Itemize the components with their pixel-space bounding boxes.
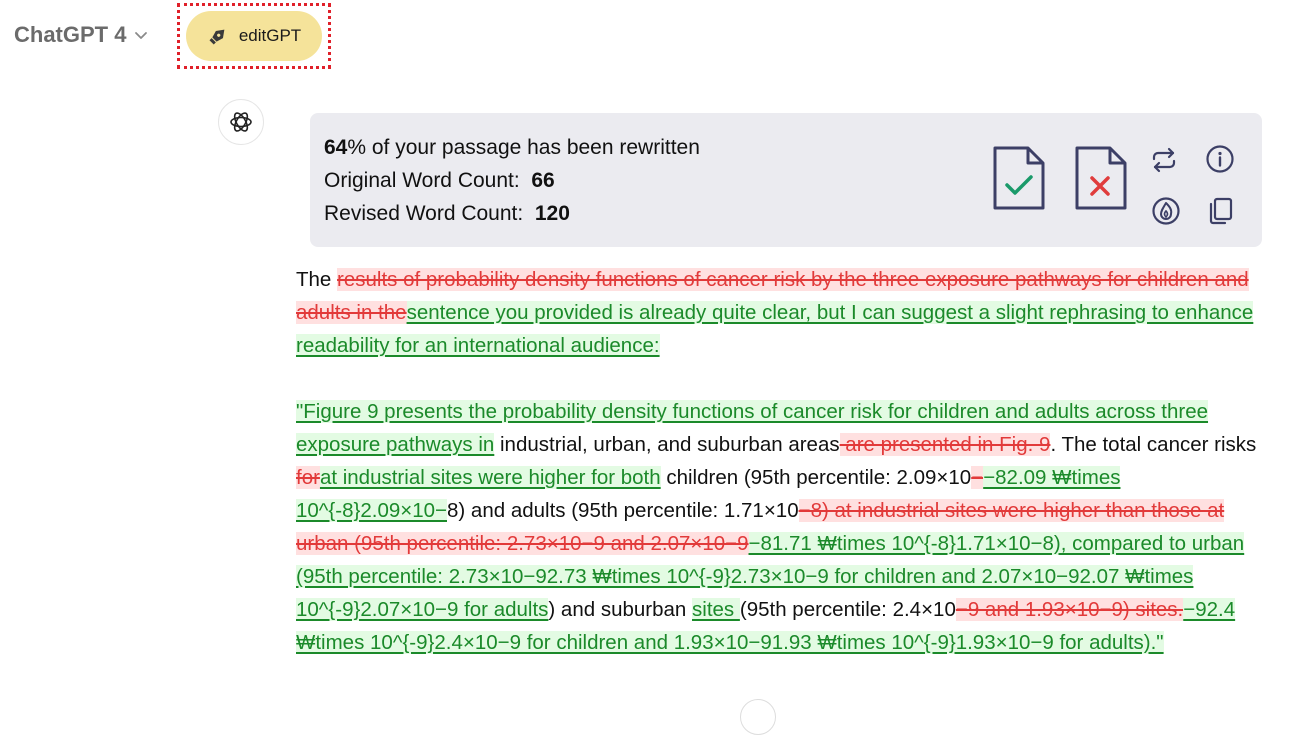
diff-paragraph: The results of probability density funct…	[296, 263, 1280, 362]
reject-document-icon[interactable]	[1074, 145, 1128, 211]
inserted-text: sentence you provided is already quite c…	[296, 301, 1254, 357]
revised-word-count: 120	[534, 202, 570, 225]
original-word-count: 66	[531, 169, 555, 192]
original-word-count-line: Original Word Count: 66	[324, 164, 700, 197]
top-bar: ChatGPT 4 editGPT	[0, 0, 1310, 80]
inserted-text: at industrial sites were higher for both	[319, 466, 661, 489]
edit-gpt-button[interactable]: editGPT	[186, 11, 322, 61]
copy-icon[interactable]	[1204, 195, 1236, 227]
assistant-avatar	[218, 99, 264, 145]
revised-word-count-label: Revised Word Count:	[324, 202, 524, 225]
rewrite-summary-panel: 64% of your passage has been rewritten O…	[310, 113, 1262, 247]
fire-icon[interactable]	[1150, 195, 1182, 227]
chevron-down-icon	[135, 32, 148, 39]
pen-nib-icon	[209, 29, 225, 45]
rewrite-percent: 64	[324, 136, 348, 159]
deleted-text: −	[971, 466, 984, 489]
scroll-down-button[interactable]	[740, 699, 776, 735]
model-selector[interactable]: ChatGPT 4	[14, 22, 148, 48]
unchanged-text: The	[296, 268, 338, 291]
model-name: ChatGPT 4	[14, 22, 127, 47]
deleted-text: are presented in Fig. 9	[839, 433, 1051, 456]
edit-gpt-label: editGPT	[238, 26, 302, 45]
rewrite-percent-text: % of your passage has been rewritten	[347, 136, 700, 159]
accept-document-icon[interactable]	[992, 145, 1046, 211]
openai-logo-icon	[230, 112, 252, 132]
unchanged-text: . The total cancer risks	[1050, 433, 1257, 456]
repeat-icon[interactable]	[1148, 144, 1180, 176]
diff-paragraph: "Figure 9 presents the probability densi…	[296, 395, 1280, 659]
revised-word-count-line: Revised Word Count: 120	[324, 197, 700, 230]
unchanged-text: children (95th percentile: 2.09×10	[660, 466, 972, 489]
unchanged-text: ) and suburban	[548, 598, 693, 621]
info-icon[interactable]	[1204, 143, 1236, 175]
deleted-text: for	[296, 466, 320, 489]
rewrite-stats: 64% of your passage has been rewritten O…	[324, 131, 700, 230]
rewrite-percent-line: 64% of your passage has been rewritten	[324, 131, 700, 164]
unchanged-text: (95th percentile: 2.4×10	[739, 598, 956, 621]
diff-text: The results of probability density funct…	[296, 263, 1280, 659]
inserted-text: sites	[692, 598, 740, 621]
deleted-text: −9 and 1.93×10−9) sites.	[955, 598, 1184, 621]
original-word-count-label: Original Word Count:	[324, 169, 520, 192]
unchanged-text: 8) and adults (95th percentile: 1.71×10	[447, 499, 799, 522]
unchanged-text: industrial, urban, and suburban areas	[494, 433, 840, 456]
